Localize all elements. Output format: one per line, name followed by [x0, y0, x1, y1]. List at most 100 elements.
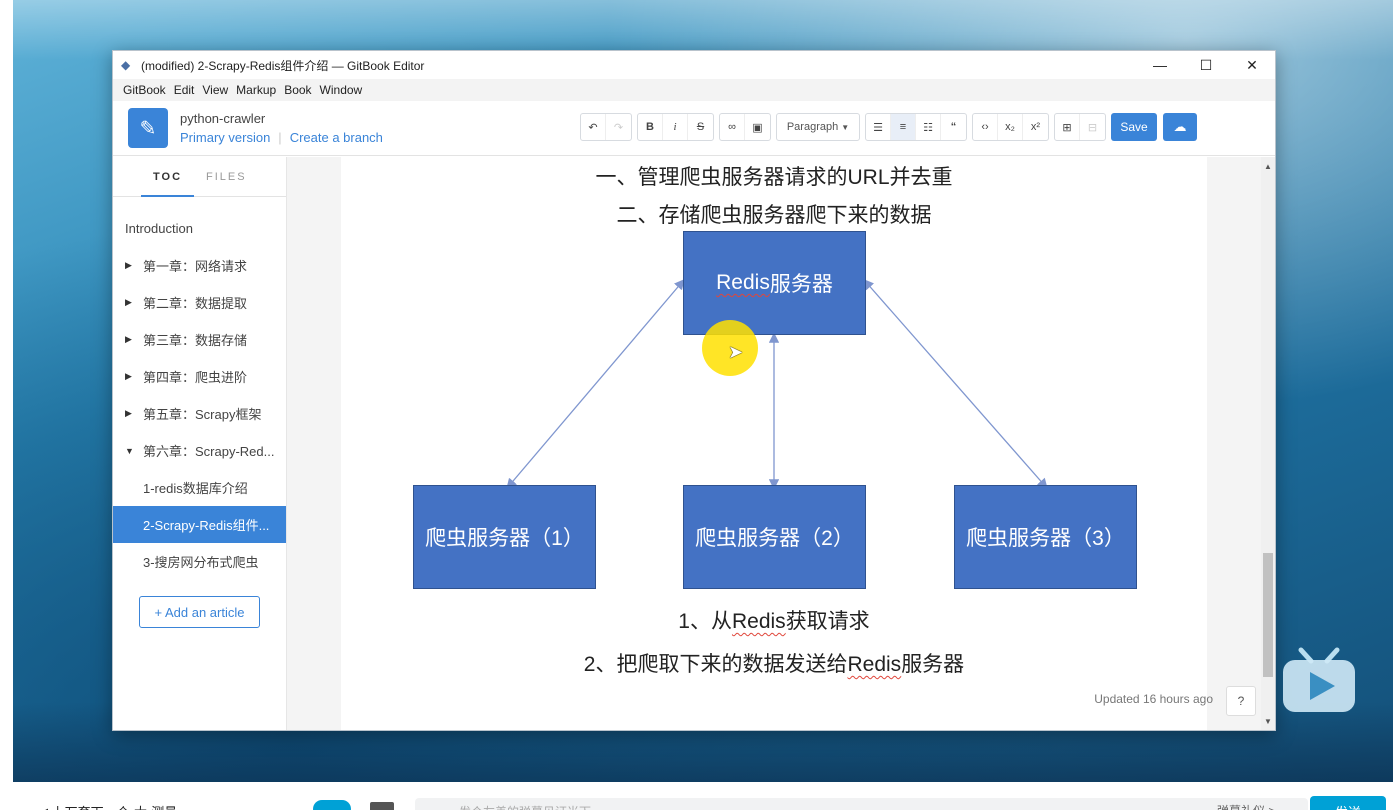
toc-item-label: 第五章：Scrapy框架 — [143, 407, 262, 422]
code-group: ‹› x₂ x² — [972, 113, 1049, 141]
send-danmaku-button[interactable]: 发送 — [1310, 796, 1386, 810]
toc-item-introduction[interactable]: Introduction — [113, 210, 286, 247]
task-list-icon[interactable]: ☷ — [916, 114, 941, 140]
step-1-redis: Redis — [731, 610, 786, 633]
primary-version-link[interactable]: Primary version — [180, 128, 270, 147]
toc-item-chapter-5[interactable]: ▶ 第五章：Scrapy框架 — [113, 395, 286, 432]
cloud-sync-icon[interactable]: ☁ — [1163, 113, 1197, 141]
danmaku-settings-icon[interactable] — [370, 802, 394, 810]
step-2-text-end: 服务器 — [901, 653, 965, 676]
link-icon[interactable]: ∞ — [720, 114, 745, 140]
danmaku-etiquette-link[interactable]: 弹幕礼仪 > — [1217, 802, 1275, 810]
toc-item-label: 2-Scrapy-Redis组件... — [143, 518, 270, 533]
image-icon[interactable]: ▣ — [745, 114, 770, 140]
toc-item-label: 第三章：数据存储 — [143, 333, 248, 348]
toc-item-label: 第四章：爬虫进阶 — [143, 370, 248, 385]
toc-item-chapter-1[interactable]: ▶ 第一章：网络请求 — [113, 247, 286, 284]
italic-icon[interactable]: i — [663, 114, 688, 140]
paragraph-select[interactable]: Paragraph ▼ — [776, 113, 860, 141]
menu-gitbook[interactable]: GitBook — [119, 83, 170, 97]
menu-view[interactable]: View — [198, 83, 232, 97]
crawler-server-box-2: 爬虫服务器（2） — [683, 485, 866, 589]
scroll-down-icon[interactable]: ▼ — [1261, 714, 1275, 728]
toc-item-label: Introduction — [125, 221, 193, 236]
video-bottom-bar: ◀ 上万套下一个·大·测量 发个友善的弹幕见证当下 弹幕礼仪 > 发送 — [0, 782, 1393, 810]
html-icon[interactable]: ⊟ — [1080, 114, 1105, 140]
undo-icon[interactable]: ↶ — [581, 114, 606, 140]
toc-item-chapter-3[interactable]: ▶ 第三章：数据存储 — [113, 321, 286, 358]
step-1-text-end: 获取请求 — [785, 610, 870, 633]
caret-right-icon[interactable]: ▶ — [125, 334, 143, 345]
prev-video-link[interactable]: ◀ 上万套下一个·大·测量 — [38, 802, 177, 810]
arrow-to-crawler-1 — [506, 279, 685, 489]
add-article-button[interactable]: + Add an article — [139, 596, 260, 628]
caret-right-icon[interactable]: ▶ — [125, 260, 143, 271]
strikethrough-icon[interactable]: S — [688, 114, 713, 140]
toc-list: Introduction ▶ 第一章：网络请求 ▶ 第二章：数据提取 ▶ 第三章… — [113, 197, 286, 580]
table-icon[interactable]: ⊞ — [1055, 114, 1080, 140]
step-1-text: 1、从 — [678, 610, 732, 633]
quote-icon[interactable]: “ — [941, 114, 966, 140]
step-2-text: 2、把爬取下来的数据发送给 — [583, 653, 848, 676]
crawler-server-box-1: 爬虫服务器（1） — [413, 485, 596, 589]
redis-word: Redis — [716, 271, 770, 294]
redis-server-box: Redis 服务器 — [683, 231, 866, 335]
redo-icon[interactable]: ↷ — [606, 114, 631, 140]
code-icon[interactable]: ‹› — [973, 114, 998, 140]
menu-book[interactable]: Book — [280, 83, 315, 97]
editor-toolbar: ✎ python-crawler Primary version | Creat… — [113, 101, 1275, 156]
book-title: python-crawler — [180, 111, 266, 126]
toc-item-article-3[interactable]: 3-搜房网分布式爬虫 — [113, 543, 286, 580]
close-button[interactable]: ✕ — [1229, 51, 1275, 79]
history-group: ↶ ↷ — [580, 113, 632, 141]
scroll-thumb[interactable] — [1263, 553, 1273, 677]
list-group: ☰ ≡ ☷ “ — [865, 113, 967, 141]
paragraph-select-label: Paragraph — [786, 121, 839, 133]
arrow-to-crawler-3 — [863, 279, 1048, 489]
toc-item-label: 3-搜房网分布式爬虫 — [143, 555, 259, 570]
caret-right-icon[interactable]: ▶ — [125, 297, 143, 308]
insert-group: ∞ ▣ — [719, 113, 771, 141]
toc-item-article-1[interactable]: 1-redis数据库介绍 — [113, 469, 286, 506]
toc-item-article-2[interactable]: 2-Scrapy-Redis组件... — [113, 506, 286, 543]
caret-right-icon[interactable]: ▶ — [125, 408, 143, 419]
table-group: ⊞ ⊟ — [1054, 113, 1106, 141]
danmaku-input[interactable]: 发个友善的弹幕见证当下 — [415, 798, 1308, 810]
caret-down-icon[interactable]: ▼ — [125, 446, 143, 456]
numbered-list-icon[interactable]: ≡ — [891, 114, 916, 140]
minimize-button[interactable]: — — [1137, 51, 1183, 79]
subscript-icon[interactable]: x₂ — [998, 114, 1023, 140]
maximize-button[interactable]: ☐ — [1183, 51, 1229, 79]
toc-item-label: 第六章：Scrapy-Red... — [143, 444, 275, 459]
updated-timestamp: Updated 16 hours ago — [1094, 692, 1213, 706]
bold-icon[interactable]: B — [638, 114, 663, 140]
superscript-icon[interactable]: x² — [1023, 114, 1048, 140]
save-button[interactable]: Save — [1111, 113, 1157, 141]
sidebar: TOC FILES Introduction ▶ 第一章：网络请求 ▶ 第二章：… — [113, 157, 287, 730]
danmaku-toggle[interactable] — [313, 800, 351, 810]
editor-area[interactable]: 一、管理爬虫服务器请求的URL并去重 二、存储爬虫服务器爬下来的数据 Redis… — [287, 157, 1275, 730]
bullet-list-icon[interactable]: ☰ — [866, 114, 891, 140]
gitbook-app-icon: ◆ — [121, 58, 131, 72]
toc-item-label: 第一章：网络请求 — [143, 259, 248, 274]
tab-toc[interactable]: TOC — [141, 157, 195, 197]
edit-pencil-icon[interactable]: ✎ — [128, 108, 168, 148]
scroll-up-icon[interactable]: ▲ — [1261, 159, 1275, 173]
slide-step-1: 1、从Redis获取请求 — [341, 605, 1207, 635]
step-2-redis: Redis — [847, 653, 902, 676]
menu-window[interactable]: Window — [316, 83, 367, 97]
vertical-scrollbar[interactable]: ▲ ▼ — [1261, 157, 1275, 730]
create-branch-link[interactable]: Create a branch — [290, 128, 383, 147]
caret-right-icon[interactable]: ▶ — [125, 371, 143, 382]
help-button[interactable]: ? — [1226, 686, 1256, 716]
menu-markup[interactable]: Markup — [232, 83, 280, 97]
toc-item-label: 第二章：数据提取 — [143, 296, 248, 311]
menu-bar: GitBook Edit View Markup Book Window — [113, 79, 1275, 101]
toc-item-chapter-4[interactable]: ▶ 第四章：爬虫进阶 — [113, 358, 286, 395]
slide-step-2: 2、把爬取下来的数据发送给Redis服务器 — [341, 648, 1207, 678]
toc-item-chapter-6[interactable]: ▼ 第六章：Scrapy-Red... — [113, 432, 286, 469]
title-bar: ◆ (modified) 2-Scrapy-Redis组件介绍 — GitBoo… — [113, 51, 1275, 79]
menu-edit[interactable]: Edit — [170, 83, 199, 97]
tab-files[interactable]: FILES — [194, 157, 259, 197]
toc-item-chapter-2[interactable]: ▶ 第二章：数据提取 — [113, 284, 286, 321]
